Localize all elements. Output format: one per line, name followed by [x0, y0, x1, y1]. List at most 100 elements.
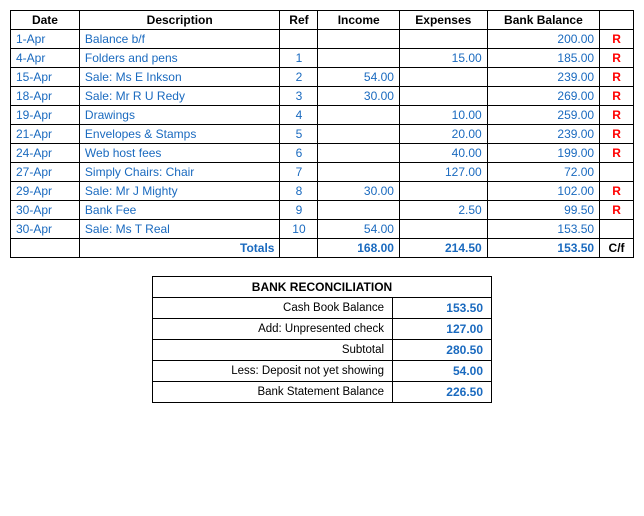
- recon-value: 153.50: [393, 298, 492, 319]
- expense-cell: 127.00: [399, 163, 487, 182]
- desc-cell: Bank Fee: [79, 201, 280, 220]
- totals-cell: 153.50: [487, 239, 599, 258]
- col-header-ref: Ref: [280, 11, 318, 30]
- col-header-income: Income: [318, 11, 399, 30]
- desc-cell: Simply Chairs: Chair: [79, 163, 280, 182]
- marker-cell: R: [600, 106, 634, 125]
- date-cell: 27-Apr: [11, 163, 80, 182]
- expense-cell: 20.00: [399, 125, 487, 144]
- ledger-table: Date Description Ref Income Expenses Ban…: [10, 10, 634, 258]
- ref-cell: 5: [280, 125, 318, 144]
- marker-cell: R: [600, 30, 634, 49]
- ref-cell: 9: [280, 201, 318, 220]
- desc-cell: Drawings: [79, 106, 280, 125]
- date-cell: 30-Apr: [11, 220, 80, 239]
- income-cell: 54.00: [318, 68, 399, 87]
- totals-cell: 214.50: [399, 239, 487, 258]
- expense-cell: 15.00: [399, 49, 487, 68]
- expense-cell: [399, 68, 487, 87]
- date-cell: 15-Apr: [11, 68, 80, 87]
- balance-cell: 239.00: [487, 125, 599, 144]
- ref-cell: 6: [280, 144, 318, 163]
- ledger-row: 19-AprDrawings410.00259.00R: [11, 106, 634, 125]
- desc-cell: Envelopes & Stamps: [79, 125, 280, 144]
- ref-cell: 7: [280, 163, 318, 182]
- recon-value: 127.00: [393, 319, 492, 340]
- totals-cell: 168.00: [318, 239, 399, 258]
- desc-cell: Sale: Mr J Mighty: [79, 182, 280, 201]
- recon-row: Bank Statement Balance226.50: [153, 382, 492, 403]
- recon-row: Add: Unpresented check127.00: [153, 319, 492, 340]
- ledger-row: 18-AprSale: Mr R U Redy330.00 269.00R: [11, 87, 634, 106]
- ledger-row: 24-AprWeb host fees640.00199.00R: [11, 144, 634, 163]
- ref-cell: 2: [280, 68, 318, 87]
- expense-cell: 2.50: [399, 201, 487, 220]
- marker-cell: R: [600, 87, 634, 106]
- totals-row: Totals168.00214.50153.50C/f: [11, 239, 634, 258]
- date-cell: 24-Apr: [11, 144, 80, 163]
- income-cell: [318, 144, 399, 163]
- recon-value: 54.00: [393, 361, 492, 382]
- ref-cell: 1: [280, 49, 318, 68]
- col-header-date: Date: [11, 11, 80, 30]
- marker-cell: R: [600, 182, 634, 201]
- recon-value: 280.50: [393, 340, 492, 361]
- date-cell: 29-Apr: [11, 182, 80, 201]
- balance-cell: 199.00: [487, 144, 599, 163]
- expense-cell: [399, 87, 487, 106]
- income-cell: [318, 106, 399, 125]
- col-header-expenses: Expenses: [399, 11, 487, 30]
- recon-row: Subtotal280.50: [153, 340, 492, 361]
- date-cell: 1-Apr: [11, 30, 80, 49]
- col-header-description: Description: [79, 11, 280, 30]
- reconciliation-container: BANK RECONCILIATION Cash Book Balance153…: [10, 276, 634, 403]
- date-cell: 18-Apr: [11, 87, 80, 106]
- recon-label: Less: Deposit not yet showing: [153, 361, 393, 382]
- ledger-row: 29-AprSale: Mr J Mighty830.00102.00R: [11, 182, 634, 201]
- desc-cell: Folders and pens: [79, 49, 280, 68]
- income-cell: 54.00: [318, 220, 399, 239]
- date-cell: 30-Apr: [11, 201, 80, 220]
- ledger-row: 27-AprSimply Chairs: Chair7127.0072.00: [11, 163, 634, 182]
- reconciliation-table: BANK RECONCILIATION Cash Book Balance153…: [152, 276, 492, 403]
- balance-cell: 259.00: [487, 106, 599, 125]
- balance-cell: 269.00: [487, 87, 599, 106]
- date-cell: 21-Apr: [11, 125, 80, 144]
- ref-cell: 8: [280, 182, 318, 201]
- balance-cell: 185.00: [487, 49, 599, 68]
- expense-cell: [399, 220, 487, 239]
- recon-row: Cash Book Balance153.50: [153, 298, 492, 319]
- expense-cell: 40.00: [399, 144, 487, 163]
- balance-cell: 200.00: [487, 30, 599, 49]
- marker-cell: R: [600, 68, 634, 87]
- expense-cell: [399, 30, 487, 49]
- income-cell: 30.00: [318, 182, 399, 201]
- ledger-row: 30-AprBank Fee9 2.5099.50R: [11, 201, 634, 220]
- expense-cell: [399, 182, 487, 201]
- ledger-row: 21-AprEnvelopes & Stamps5 20.00239.00R: [11, 125, 634, 144]
- balance-cell: 239.00: [487, 68, 599, 87]
- marker-cell: R: [600, 144, 634, 163]
- income-cell: [318, 125, 399, 144]
- expense-cell: 10.00: [399, 106, 487, 125]
- income-cell: [318, 201, 399, 220]
- desc-cell: Balance b/f: [79, 30, 280, 49]
- marker-cell: R: [600, 125, 634, 144]
- recon-title: BANK RECONCILIATION: [153, 277, 492, 298]
- recon-label: Bank Statement Balance: [153, 382, 393, 403]
- desc-cell: Sale: Ms E Inkson: [79, 68, 280, 87]
- recon-value: 226.50: [393, 382, 492, 403]
- col-header-marker: [600, 11, 634, 30]
- desc-cell: Sale: Mr R U Redy: [79, 87, 280, 106]
- totals-cell: Totals: [79, 239, 280, 258]
- ref-cell: 3: [280, 87, 318, 106]
- ledger-row: 15-AprSale: Ms E Inkson254.00 239.00R: [11, 68, 634, 87]
- balance-cell: 99.50: [487, 201, 599, 220]
- marker-cell: [600, 220, 634, 239]
- ref-cell: [280, 30, 318, 49]
- recon-row: Less: Deposit not yet showing54.00: [153, 361, 492, 382]
- income-cell: 30.00: [318, 87, 399, 106]
- balance-cell: 153.50: [487, 220, 599, 239]
- marker-cell: [600, 163, 634, 182]
- marker-cell: R: [600, 201, 634, 220]
